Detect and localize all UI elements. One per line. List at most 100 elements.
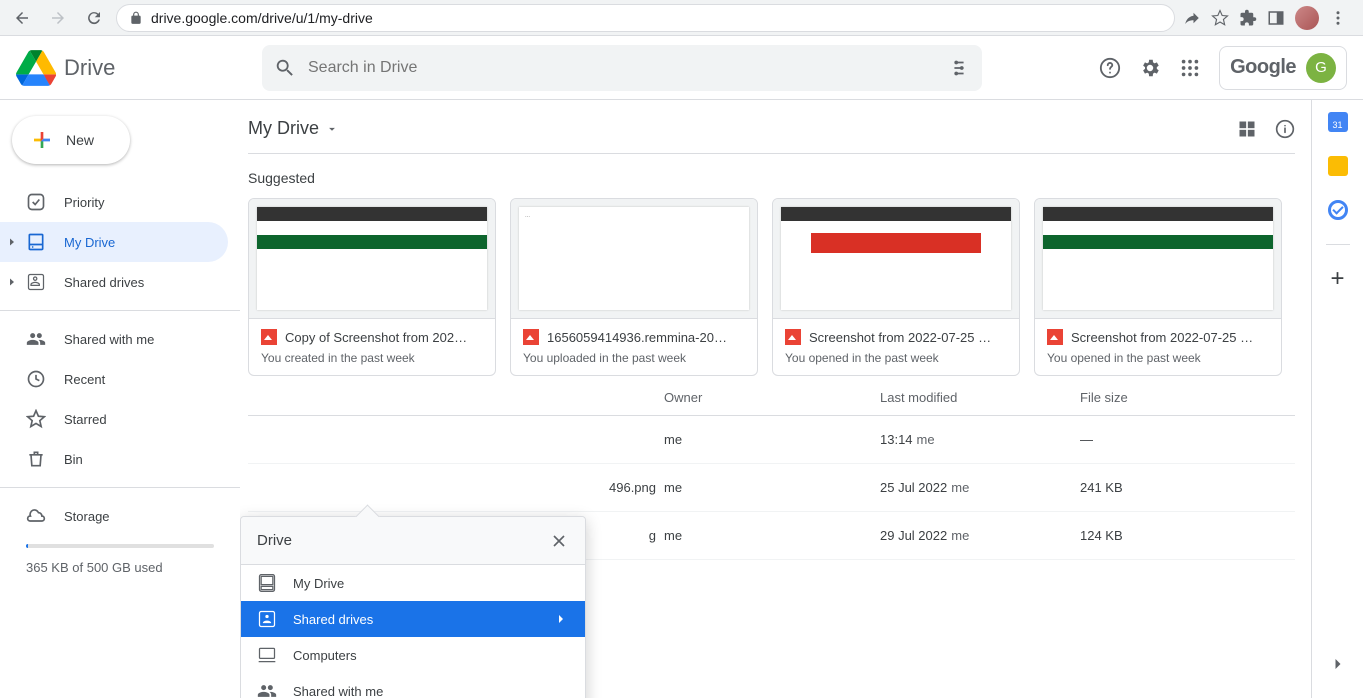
suggested-card[interactable]: Screenshot from 2022-07-25 … You opened i… [1034, 198, 1282, 376]
expand-icon[interactable] [6, 236, 18, 248]
sidebar-item-shared-with-me[interactable]: Shared with me [0, 319, 228, 359]
search-bar[interactable] [262, 45, 982, 91]
help-icon[interactable] [1099, 57, 1121, 79]
card-subtitle: You created in the past week [261, 351, 483, 365]
profile-initial: G [1306, 53, 1336, 83]
cell-modified: 13:14me [880, 432, 1080, 447]
suggested-card[interactable]: ... 1656059414936.remmina-20…You uploade… [510, 198, 758, 376]
search-options-icon[interactable] [948, 57, 970, 79]
cell-size: — [1080, 432, 1295, 447]
cell-owner: me [664, 528, 880, 543]
info-icon[interactable] [1275, 119, 1295, 139]
sidepanel-icon[interactable] [1267, 9, 1285, 27]
cell-owner: me [664, 480, 880, 495]
new-button-label: New [66, 132, 94, 148]
keep-icon[interactable] [1328, 156, 1348, 176]
card-subtitle: You opened in the past week [1047, 351, 1269, 365]
sidebar-item-recent[interactable]: Recent [0, 359, 228, 399]
divider [1326, 244, 1350, 245]
breadcrumb[interactable]: My Drive [248, 118, 339, 139]
sidebar-item-storage[interactable]: Storage [0, 496, 228, 536]
sidebar-item-my-drive[interactable]: My Drive [0, 222, 228, 262]
move-item-shared-with-me[interactable]: Shared with me [241, 673, 585, 698]
apps-icon[interactable] [1179, 57, 1201, 79]
move-item-label: Shared drives [293, 612, 373, 627]
image-file-icon [523, 329, 539, 345]
thumbnail [249, 199, 495, 319]
dropdown-icon [325, 122, 339, 136]
sidebar-item-bin[interactable]: Bin [0, 439, 228, 479]
sidebar-item-label: Shared drives [64, 275, 144, 290]
table-row[interactable]: 496.png me 25 Jul 2022me 241 KB [248, 464, 1295, 512]
drive-icon [26, 232, 46, 252]
reload-button[interactable] [80, 4, 108, 32]
google-logo-text: Google [1230, 56, 1296, 79]
search-icon [274, 57, 296, 79]
browser-toolbar: drive.google.com/drive/u/1/my-drive [0, 0, 1363, 36]
card-name: Screenshot from 2022-07-25 … [809, 330, 991, 345]
extensions-icon[interactable] [1239, 9, 1257, 27]
grid-view-icon[interactable] [1237, 119, 1257, 139]
thumbnail: ... [511, 199, 757, 319]
thumbnail [773, 199, 1019, 319]
sidebar-item-label: Recent [64, 372, 105, 387]
cell-owner: me [664, 432, 880, 447]
lock-icon [129, 11, 143, 25]
bin-icon [26, 449, 46, 469]
sidebar-item-label: Priority [64, 195, 104, 210]
sidebar-item-priority[interactable]: Priority [0, 182, 228, 222]
move-item-my-drive[interactable]: My Drive [241, 565, 585, 601]
image-file-icon [1047, 329, 1063, 345]
expand-icon[interactable] [6, 276, 18, 288]
main-content: My Drive Suggested Copy of Screenshot fr… [240, 100, 1311, 698]
image-file-icon [261, 329, 277, 345]
col-modified[interactable]: Last modified [880, 390, 1080, 405]
search-input[interactable] [308, 59, 936, 77]
star-icon[interactable] [1211, 9, 1229, 27]
chrome-menu-icon[interactable] [1329, 9, 1347, 27]
divider [0, 310, 240, 311]
plus-icon [30, 128, 54, 152]
collapse-panel-icon[interactable] [1328, 654, 1348, 674]
forward-button[interactable] [44, 4, 72, 32]
account-switcher[interactable]: Google G [1219, 46, 1347, 90]
close-icon[interactable] [549, 531, 569, 551]
cell-size: 124 KB [1080, 528, 1295, 543]
move-item-label: My Drive [293, 576, 344, 591]
shared-with-me-icon [257, 681, 277, 698]
card-name: Screenshot from 2022-07-25 … [1071, 330, 1253, 345]
sidebar-item-shared-drives[interactable]: Shared drives [0, 262, 228, 302]
drive-icon [257, 573, 277, 593]
profile-avatar[interactable] [1295, 6, 1319, 30]
addons-icon[interactable]: + [1328, 269, 1348, 289]
settings-icon[interactable] [1139, 57, 1161, 79]
col-size[interactable]: File size [1080, 390, 1295, 405]
url-bar[interactable]: drive.google.com/drive/u/1/my-drive [116, 4, 1175, 32]
cell-name: 496.png [248, 480, 664, 495]
storage-bar [26, 544, 214, 548]
cell-modified: 25 Jul 2022me [880, 480, 1080, 495]
breadcrumb-label: My Drive [248, 118, 319, 139]
recent-icon [26, 369, 46, 389]
sidebar-item-label: Bin [64, 452, 83, 467]
sidebar-item-starred[interactable]: Starred [0, 399, 228, 439]
new-button[interactable]: New [12, 116, 130, 164]
suggested-card[interactable]: Copy of Screenshot from 202… You created … [248, 198, 496, 376]
thumbnail [1035, 199, 1281, 319]
back-button[interactable] [8, 4, 36, 32]
url-text: drive.google.com/drive/u/1/my-drive [151, 10, 373, 26]
move-item-computers[interactable]: Computers [241, 637, 585, 673]
card-subtitle: You opened in the past week [785, 351, 1007, 365]
drive-logo-block[interactable]: Drive [16, 48, 238, 88]
col-owner[interactable]: Owner [664, 390, 880, 405]
shared-drives-icon [257, 609, 277, 629]
tasks-icon[interactable] [1328, 200, 1348, 220]
table-row[interactable]: me 13:14me — [248, 416, 1295, 464]
suggested-card[interactable]: Screenshot from 2022-07-25 … You opened i… [772, 198, 1020, 376]
storage-text: 365 KB of 500 GB used [0, 556, 240, 579]
card-name: Copy of Screenshot from 202… [285, 330, 467, 345]
share-icon[interactable] [1183, 9, 1201, 27]
calendar-icon[interactable] [1328, 112, 1348, 132]
move-panel-title: Drive [257, 532, 292, 549]
move-item-shared-drives[interactable]: Shared drives [241, 601, 585, 637]
